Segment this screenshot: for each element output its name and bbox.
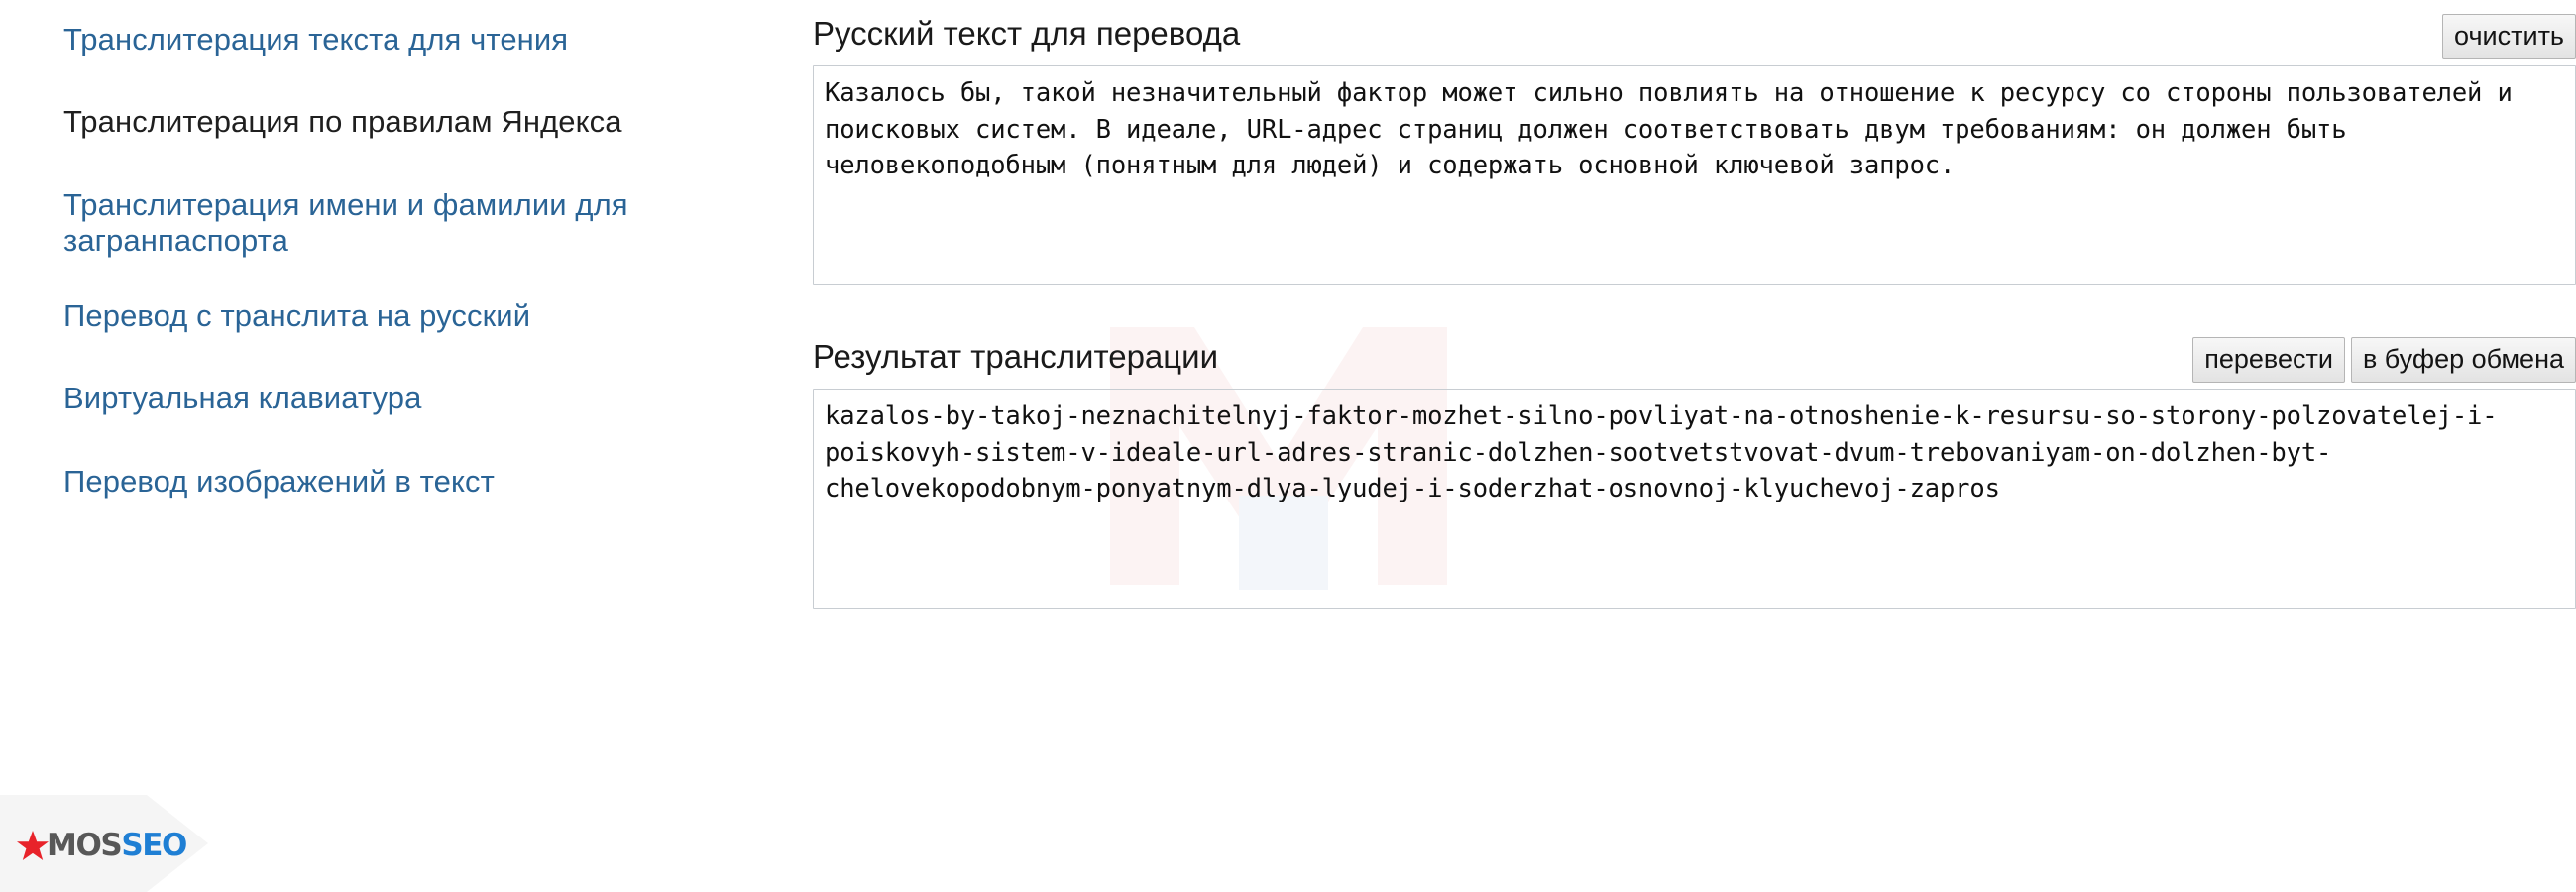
star-icon — [17, 831, 49, 860]
sidebar-item-image-to-text[interactable]: Перевод изображений в текст — [63, 464, 757, 500]
main-content: Русский текст для перевода очистить Резу… — [813, 0, 2576, 892]
logo-text-secondary: SEO — [121, 827, 187, 863]
sidebar-nav: Транслитерация текста для чтения Трансли… — [0, 0, 813, 892]
result-textarea[interactable] — [813, 389, 2576, 609]
clear-button[interactable]: очистить — [2442, 14, 2576, 59]
sidebar-item-translit-passport[interactable]: Транслитерация имени и фамилии для загра… — [63, 187, 757, 260]
source-button-row: очистить — [2442, 14, 2576, 59]
sidebar-item-translit-reading[interactable]: Транслитерация текста для чтения — [63, 22, 757, 57]
logo-inner: MOS SEO — [16, 827, 187, 863]
page-root: Транслитерация текста для чтения Трансли… — [0, 0, 2576, 892]
logo-text-primary: MOS — [47, 827, 123, 863]
source-header: Русский текст для перевода очистить — [813, 14, 2576, 61]
source-title: Русский текст для перевода — [813, 15, 1241, 52]
result-title: Результат транслитерации — [813, 338, 1219, 375]
result-header: Результат транслитерации перевести в буф… — [813, 337, 2576, 385]
source-section: Русский текст для перевода очистить — [813, 14, 2576, 285]
result-textarea-wrap — [813, 389, 2576, 609]
copy-to-clipboard-button[interactable]: в буфер обмена — [2350, 337, 2576, 383]
sidebar-item-translit-to-russian[interactable]: Перевод с транслита на русский — [63, 298, 757, 334]
translate-button[interactable]: перевести — [2192, 337, 2345, 383]
source-textarea-wrap — [813, 65, 2576, 285]
source-textarea[interactable] — [813, 65, 2576, 285]
sidebar-item-virtual-keyboard[interactable]: Виртуальная клавиатура — [63, 381, 757, 416]
result-section: Результат транслитерации перевести в буф… — [813, 337, 2576, 609]
sidebar-item-translit-yandex[interactable]: Транслитерация по правилам Яндекса — [63, 104, 757, 140]
result-button-row: перевести в буфер обмена — [2192, 337, 2576, 383]
